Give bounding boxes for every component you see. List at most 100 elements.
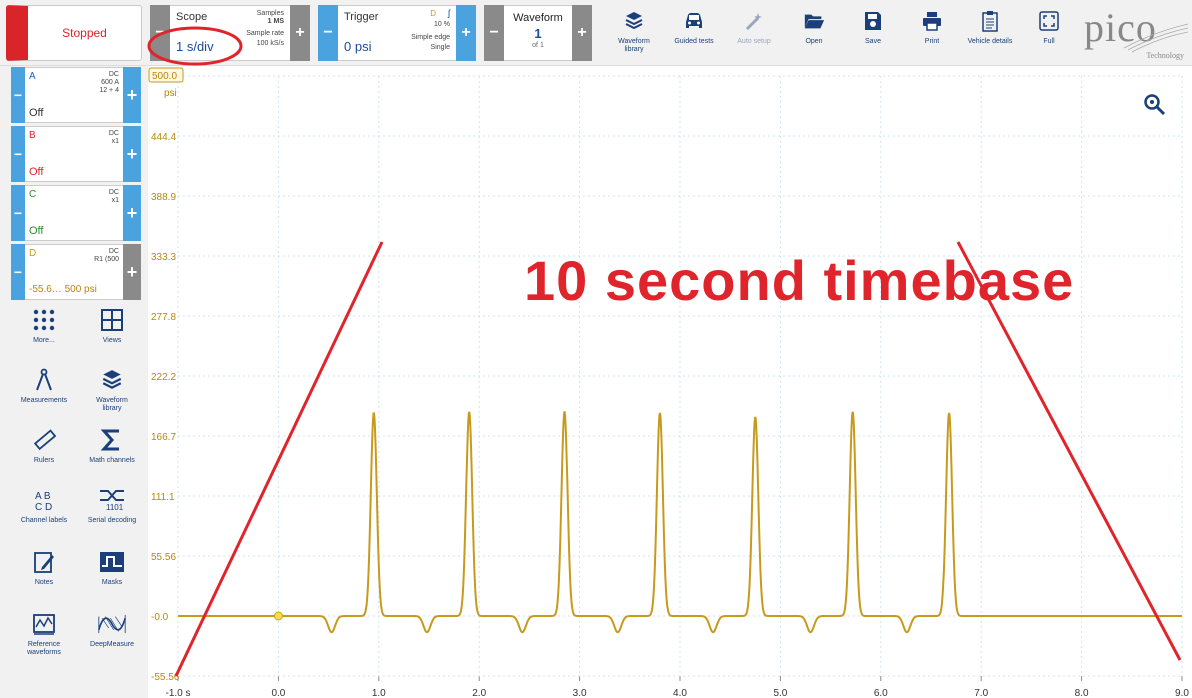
- reference-waveforms-icon: [30, 610, 58, 638]
- coupling-text: DC: [108, 248, 119, 255]
- channel-d-panel[interactable]: D DC R1 (500 -55.6… 500 psi: [25, 244, 123, 300]
- probe-text: x1: [111, 197, 119, 204]
- measurements-button[interactable]: Measurements: [12, 366, 76, 424]
- plus-label: +: [295, 24, 305, 41]
- notes-icon: [30, 548, 58, 576]
- run-stop-button[interactable]: Stopped: [6, 5, 142, 61]
- toolbar-open-button[interactable]: Open: [786, 4, 842, 62]
- timebase-increase-button[interactable]: +: [290, 5, 310, 61]
- previous-waveform-button[interactable]: −: [484, 5, 504, 61]
- rulers-button[interactable]: Rulers: [12, 426, 76, 484]
- clipboard-icon: [979, 8, 1001, 34]
- notes-button[interactable]: Notes: [12, 548, 76, 606]
- toolbar-print-button[interactable]: Print: [904, 4, 960, 62]
- plus-label: +: [126, 202, 138, 223]
- channel-c-name: C: [29, 189, 37, 200]
- run-stop-label: Stopped: [62, 26, 107, 40]
- channel-d-decrease-button[interactable]: −: [11, 244, 25, 300]
- channel-c-panel[interactable]: C DC x1 Off: [25, 185, 123, 241]
- x-tick-label: 2.0: [472, 688, 486, 698]
- channel-d: − D DC R1 (500 -55.6… 500 psi +: [11, 244, 141, 300]
- math-channels-button[interactable]: Math channels: [80, 426, 144, 484]
- next-waveform-button[interactable]: +: [572, 5, 592, 61]
- zoom-icon[interactable]: [1142, 92, 1168, 118]
- toolbar-label: Full: [1043, 38, 1055, 45]
- waveform-library-side-button[interactable]: Waveform library: [80, 366, 144, 424]
- y-tick-label: 444.4: [151, 132, 176, 143]
- toolbar-save-button[interactable]: Save: [845, 4, 901, 62]
- serial-decoding-icon: 1101: [98, 486, 126, 514]
- measurements-icon: [30, 366, 58, 394]
- x-tick-label: 1.0: [372, 688, 386, 698]
- channel-a-decrease-button[interactable]: −: [11, 67, 25, 123]
- toolbar-label: Waveform library: [618, 38, 650, 53]
- trigger-threshold[interactable]: 0 psi: [344, 39, 371, 54]
- waveform-panel[interactable]: Waveform 1 of 1: [504, 5, 572, 61]
- more-button[interactable]: More...: [12, 306, 76, 364]
- coupling-text: DC: [108, 130, 119, 137]
- channel-a-range: Off: [29, 107, 44, 119]
- channel-d-increase-button[interactable]: +: [123, 244, 141, 300]
- channel-labels-button[interactable]: A BC D Channel labels: [12, 486, 76, 544]
- side-tool-label: Reference waveforms: [27, 641, 61, 656]
- trigger-type: Simple edge: [411, 34, 450, 41]
- toolbar-waveform-library-button[interactable]: Waveform library: [606, 4, 662, 62]
- channel-c-coupling: DC x1: [109, 189, 119, 205]
- channel-a-panel[interactable]: A DC 600 A 12 + 4 Off: [25, 67, 123, 123]
- waveform-library-icon: [623, 8, 645, 34]
- trigger-increase-button[interactable]: +: [456, 5, 476, 61]
- channel-a-increase-button[interactable]: +: [123, 67, 141, 123]
- toolbar-guided-tests-button[interactable]: Guided tests: [666, 4, 722, 62]
- x-tick-label: 8.0: [1075, 688, 1089, 698]
- samples-label: Samples: [256, 10, 284, 17]
- deepmeasure-button[interactable]: DeepMeasure: [80, 610, 144, 668]
- channel-b-increase-button[interactable]: +: [123, 126, 141, 182]
- scope-title: Scope: [176, 11, 208, 23]
- y-tick-label: 111.1: [151, 492, 175, 503]
- waveform-library-icon: [98, 366, 126, 394]
- pretrigger-value: 10 %: [434, 21, 450, 28]
- side-tool-label: Channel labels: [20, 517, 68, 524]
- coupling-text: DC: [108, 71, 119, 78]
- y-tick-label: 500.0: [152, 71, 177, 82]
- masks-button[interactable]: Masks: [80, 548, 144, 606]
- more-icon: [30, 306, 58, 334]
- reference-waveforms-button[interactable]: Reference waveforms: [12, 610, 76, 668]
- scope-plot-area[interactable]: -1.0 s 0.0 1.0 2.0 3.0 4.0 5.0 6.0 7.0 8.0 9.0 444.…: [148, 66, 1192, 698]
- probe-extra-text: 12 + 4: [99, 87, 119, 94]
- probe-text: x1: [111, 138, 119, 145]
- channel-b-name: B: [29, 130, 36, 141]
- trigger-decrease-button[interactable]: −: [318, 5, 338, 61]
- printer-icon: [921, 8, 943, 34]
- annotation-line-left: [174, 241, 384, 677]
- x-tick-label[interactable]: -1.0 s: [165, 688, 190, 698]
- toolbar-label: Guided tests: [674, 38, 714, 45]
- channel-c-increase-button[interactable]: +: [123, 185, 141, 241]
- waveform-count: of 1: [532, 42, 544, 49]
- serial-decoding-button[interactable]: 1101 Serial decoding: [80, 486, 144, 544]
- channel-a-name: A: [29, 71, 36, 82]
- toolbar-label: Open: [805, 38, 823, 45]
- trigger-panel[interactable]: Trigger D ʃ 10 % Simple edge Single 0 ps…: [338, 5, 456, 61]
- channel-a-coupling: DC 600 A 12 + 4: [99, 71, 119, 95]
- toolbar-auto-setup-button[interactable]: Auto setup: [726, 4, 782, 62]
- channel-b: − B DC x1 Off +: [11, 126, 141, 182]
- plus-label: +: [126, 261, 138, 282]
- toolbar-full-screen-button[interactable]: Full: [1021, 4, 1077, 62]
- trigger-edge-icon: ʃ: [448, 8, 450, 18]
- scope-plot-svg[interactable]: -1.0 s 0.0 1.0 2.0 3.0 4.0 5.0 6.0 7.0 8.0 9.0 444.…: [148, 66, 1192, 698]
- magic-wand-icon: [743, 8, 765, 34]
- channel-c-decrease-button[interactable]: −: [11, 185, 25, 241]
- deepmeasure-icon: [98, 610, 126, 638]
- views-button[interactable]: Views: [80, 306, 144, 364]
- toolbar-label: Save: [865, 38, 881, 45]
- side-tool-label: Views: [102, 337, 122, 344]
- toolbar-vehicle-details-button[interactable]: Vehicle details: [962, 4, 1018, 62]
- trigger-control: − Trigger D ʃ 10 % Simple edge Single 0 …: [318, 5, 476, 61]
- channel-d-name: D: [29, 248, 37, 259]
- y-tick-label: 166.7: [151, 432, 176, 443]
- channel-b-panel[interactable]: B DC x1 Off: [25, 126, 123, 182]
- probe-text: 600 A: [101, 79, 119, 86]
- channel-b-decrease-button[interactable]: −: [11, 126, 25, 182]
- side-tool-label: Serial decoding: [87, 517, 137, 524]
